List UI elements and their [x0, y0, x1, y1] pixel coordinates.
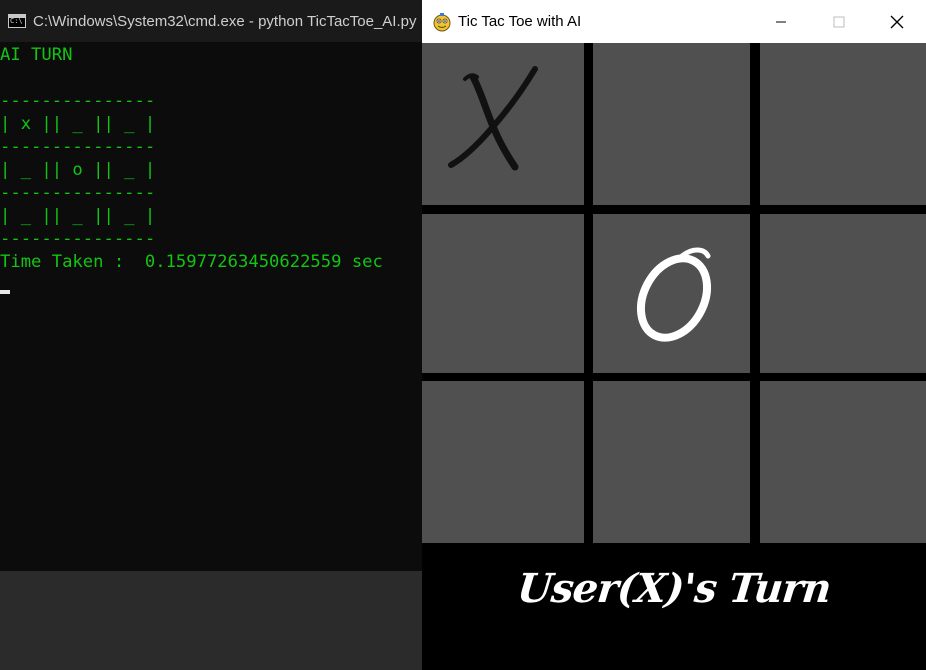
o-mark — [636, 247, 711, 342]
minimize-button[interactable] — [752, 0, 810, 43]
console-line: Time Taken : 0.15977263450622559 sec — [0, 252, 383, 272]
cmd-window: C:\Windows\System32\cmd.exe - python Tic… — [0, 0, 422, 670]
board-cell-1-1[interactable] — [593, 214, 750, 373]
console-line: --------------- — [0, 91, 156, 111]
board-cell-1-2[interactable] — [760, 214, 926, 373]
console-line: | _ || _ || _ | — [0, 206, 156, 226]
console-output[interactable]: AI TURN --------------- | x || _ || _ | … — [0, 44, 422, 564]
cmd-titlebar[interactable]: C:\Windows\System32\cmd.exe - python Tic… — [0, 0, 422, 42]
game-board — [422, 43, 926, 543]
desktop-background — [0, 571, 422, 670]
console-line: --------------- — [0, 137, 156, 157]
board-cell-2-2[interactable] — [760, 381, 926, 543]
maximize-icon — [833, 16, 845, 27]
board-cell-2-1[interactable] — [593, 381, 750, 543]
console-line: | x || _ || _ | — [0, 114, 156, 134]
pygame-snake-icon — [433, 12, 451, 31]
board-cell-2-0[interactable] — [422, 381, 584, 543]
board-cell-0-2[interactable] — [760, 43, 926, 205]
game-window: Tic Tac Toe with AI User(X)'s Turn — [422, 0, 926, 670]
turn-status: User(X)'s Turn — [515, 565, 833, 612]
game-titlebar[interactable]: Tic Tac Toe with AI — [422, 0, 926, 43]
close-button[interactable] — [868, 0, 926, 43]
maximize-button[interactable] — [810, 0, 868, 43]
x-mark — [448, 66, 538, 171]
console-line: --------------- — [0, 229, 156, 249]
console-line: | _ || o || _ | — [0, 160, 156, 180]
console-line: --------------- — [0, 183, 156, 203]
board-cell-0-0[interactable] — [422, 43, 584, 205]
board-cell-1-0[interactable] — [422, 214, 584, 373]
board-cell-0-1[interactable] — [593, 43, 750, 205]
terminal-icon — [8, 14, 26, 28]
status-bar: User(X)'s Turn — [422, 543, 926, 670]
text-cursor — [0, 290, 10, 294]
cmd-title: C:\Windows\System32\cmd.exe - python Tic… — [33, 12, 417, 30]
console-line: AI TURN — [0, 45, 73, 65]
minimize-icon — [776, 21, 786, 22]
close-icon — [890, 15, 904, 28]
game-title: Tic Tac Toe with AI — [458, 13, 582, 30]
